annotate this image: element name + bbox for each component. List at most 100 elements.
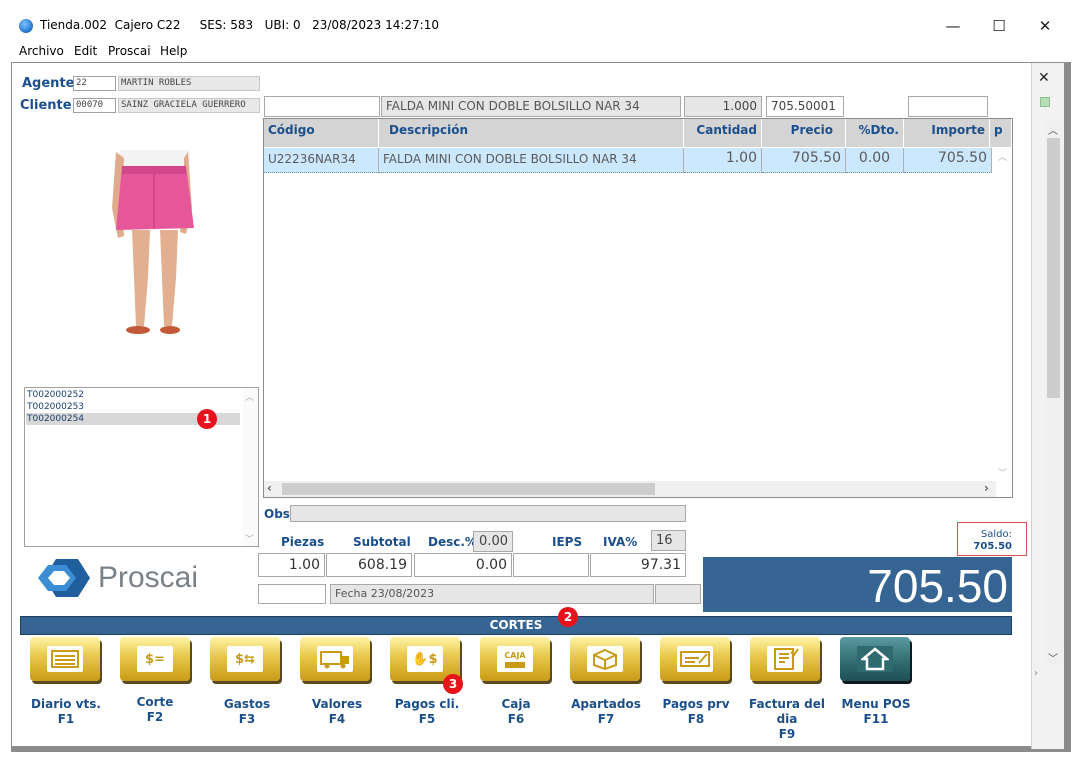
function-label: Pagos cli.: [394, 697, 460, 711]
scroll-right-icon[interactable]: ›: [984, 481, 989, 495]
subtotal-label: Subtotal: [353, 535, 411, 549]
grid-header-cantidad[interactable]: Cantidad: [684, 119, 762, 147]
grid-cell-price[interactable]: 705.50: [762, 148, 846, 173]
function-label: Pagos prv: [662, 697, 730, 711]
function-key: F3: [238, 712, 256, 726]
scroll-up-icon[interactable]: ︿: [245, 390, 254, 403]
corte-button[interactable]: $=: [120, 637, 190, 681]
subtotal-value: 608.19: [326, 553, 412, 577]
pieces-label: Piezas: [281, 535, 325, 549]
saldo-value: 705.50: [973, 541, 1012, 552]
iva-pct-field[interactable]: 16: [651, 530, 686, 551]
function-label: Gastos: [223, 697, 271, 711]
date-extra-field: [655, 584, 701, 604]
grid-cell-code[interactable]: U22236NAR34: [264, 148, 379, 173]
home-icon: [857, 646, 893, 672]
outer-scrollbar-thumb[interactable]: [1047, 138, 1060, 398]
valores-label: Valores F4: [292, 697, 382, 727]
ticket-list-scrollbar[interactable]: [243, 389, 258, 546]
function-key: F2: [146, 710, 164, 724]
list-item[interactable]: T002000252: [26, 389, 240, 401]
entry-price-field[interactable]: 705.50001: [766, 96, 844, 117]
grid-cell-description[interactable]: FALDA MINI CON DOBLE BOLSILLO NAR 34: [379, 148, 684, 173]
grid-header-descripcion[interactable]: Descripción: [379, 119, 684, 147]
menu-proscai[interactable]: Proscai: [108, 44, 151, 58]
ieps-label: IEPS: [552, 535, 583, 549]
badge-3: 3: [443, 674, 463, 694]
diario-vts-button[interactable]: [30, 637, 100, 681]
discount-label: Desc.%: [428, 535, 477, 549]
badge-2: 2: [558, 607, 578, 627]
client-label: Cliente: [20, 98, 72, 113]
entry-extra-field[interactable]: [908, 96, 988, 117]
discount-pct-field[interactable]: 0.00: [473, 531, 513, 552]
small-input[interactable]: [258, 584, 326, 604]
gastos-button[interactable]: $⇆: [210, 637, 280, 681]
function-key: F1: [57, 712, 75, 726]
factura-del-dia-button[interactable]: [750, 637, 820, 681]
agent-label: Agente: [22, 76, 75, 91]
entry-code-input[interactable]: [264, 96, 380, 117]
cash-bill-icon: $=: [137, 646, 173, 672]
minimize-button[interactable]: —: [930, 12, 976, 40]
grid-vertical-scrollbar[interactable]: [996, 148, 1012, 481]
obs-field[interactable]: [290, 505, 686, 522]
function-key: F4: [328, 712, 346, 726]
scroll-down-icon[interactable]: ﹀: [998, 466, 1007, 479]
scroll-down-icon[interactable]: ﹀: [245, 532, 254, 545]
apartados-label: Apartados F7: [561, 697, 651, 727]
caja-button[interactable]: CAJA: [480, 637, 550, 681]
grid-horizontal-thumb[interactable]: [282, 483, 655, 495]
maximize-button[interactable]: ☐: [976, 12, 1022, 40]
scroll-up-icon[interactable]: ︿: [1048, 122, 1058, 137]
entry-quantity-field[interactable]: 1.000: [684, 96, 762, 117]
agent-name-field: MARTIN ROBLES: [118, 76, 260, 91]
menu-pos-button[interactable]: [840, 637, 910, 681]
badge-1: 1: [197, 409, 217, 429]
product-image: [112, 150, 194, 334]
scroll-down-icon[interactable]: ﹀: [1048, 650, 1058, 665]
pagos-cli-label: Pagos cli. F5: [382, 697, 472, 727]
function-key: F6: [507, 712, 525, 726]
close-button[interactable]: ✕: [1022, 12, 1068, 40]
function-key: F9: [778, 727, 796, 741]
items-grid: [263, 118, 1013, 498]
client-code-field[interactable]: 00070: [73, 98, 116, 113]
scroll-left-icon[interactable]: ‹: [267, 481, 272, 495]
agent-code-field[interactable]: 22: [73, 76, 116, 91]
grid-header-precio[interactable]: Precio: [762, 119, 846, 147]
grid-cell-quantity[interactable]: 1.00: [684, 148, 762, 173]
scroll-right-icon[interactable]: ›: [1034, 668, 1038, 679]
grid-header-dto[interactable]: %Dto.: [846, 119, 904, 147]
pieces-value: 1.00: [258, 553, 325, 577]
valores-button[interactable]: [300, 637, 370, 681]
function-key: F7: [597, 712, 615, 726]
menu-edit[interactable]: Edit: [74, 44, 97, 58]
date-field: Fecha 23/08/2023: [330, 584, 654, 604]
factura-del-dia-label: Factura del dia F9: [741, 697, 833, 742]
side-panel-restore-icon[interactable]: [1040, 97, 1050, 107]
function-label: Caja: [501, 697, 531, 711]
payment-hand-icon: ✋$: [407, 646, 443, 672]
function-label: Corte: [136, 695, 174, 709]
money-hand-icon: $⇆: [227, 646, 263, 672]
window-title: Tienda.002 Cajero C22 SES: 583 UBI: 0 23…: [40, 18, 439, 32]
grid-header-codigo[interactable]: Código: [264, 119, 379, 147]
entry-description-field: FALDA MINI CON DOBLE BOLSILLO NAR 34: [381, 96, 681, 117]
menu-pos-label: Menu POS F11: [831, 697, 921, 727]
grid-cell-amount[interactable]: 705.50: [904, 148, 992, 173]
apartados-button[interactable]: [570, 637, 640, 681]
brand-name: Proscai: [98, 561, 199, 594]
iva-value: 97.31: [590, 553, 686, 577]
scroll-up-icon[interactable]: ︿: [998, 150, 1007, 163]
side-panel-close-icon[interactable]: ✕: [1038, 70, 1050, 86]
ieps-value: [513, 553, 589, 577]
menu-help[interactable]: Help: [160, 44, 187, 58]
grid-header-importe[interactable]: Importe: [904, 119, 990, 147]
function-label: Menu POS: [841, 697, 911, 711]
grand-total: 705.50: [703, 557, 1012, 612]
menu-archivo[interactable]: Archivo: [19, 44, 64, 58]
grid-header-p[interactable]: p: [990, 119, 1012, 147]
pagos-prv-button[interactable]: [660, 637, 730, 681]
grid-cell-discount[interactable]: 0.00: [846, 148, 904, 173]
